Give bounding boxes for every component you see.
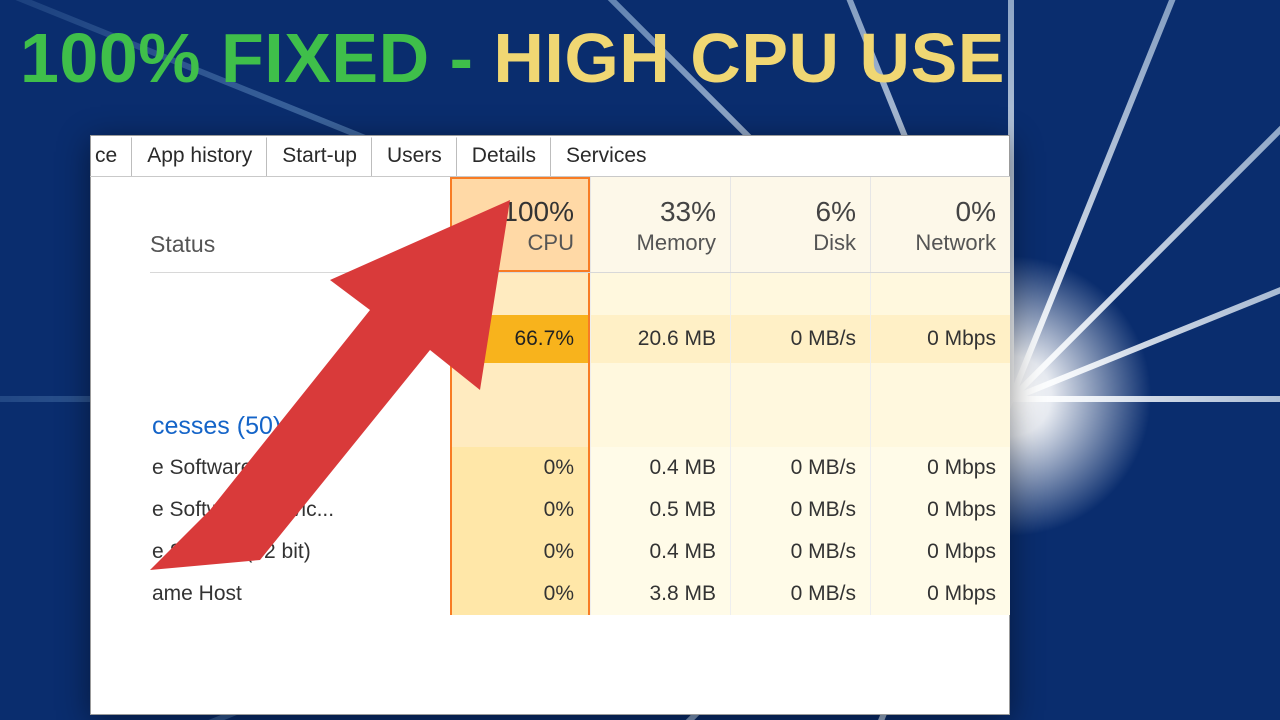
tab-details[interactable]: Details (457, 137, 551, 176)
tab-start-up[interactable]: Start-up (267, 137, 372, 176)
tab-app-history[interactable]: App history (132, 137, 267, 176)
table-row[interactable]: e Software Integri. 0% 0.4 MB 0 MB/s 0 M… (150, 447, 1010, 489)
cell-mem: 0.4 MB (590, 447, 730, 489)
network-usage-pct: 0% (871, 196, 996, 228)
cell-mem: 0.5 MB (590, 489, 730, 531)
cell-disk: 0 MB/s (730, 573, 870, 615)
column-memory[interactable]: 33% Memory (590, 177, 730, 272)
cell-net: 0 Mbps (870, 447, 1010, 489)
table-row[interactable]: e Software Servic... 0% 0.5 MB 0 MB/s 0 … (150, 489, 1010, 531)
disk-label: Disk (731, 230, 856, 256)
disk-usage-pct: 6% (731, 196, 856, 228)
summary-disk: 0 MB/s (730, 315, 870, 363)
column-headers: Status 100% CPU 33% Memory 6% Disk 0% Ne… (150, 177, 1010, 273)
column-cpu[interactable]: 100% CPU (450, 177, 590, 272)
memory-label: Memory (591, 230, 716, 256)
process-group-header[interactable]: cesses (50) (150, 405, 1010, 447)
table-row[interactable]: e Service (32 bit) 0% 0.4 MB 0 MB/s 0 Mb… (150, 531, 1010, 573)
cell-cpu: 0% (450, 531, 590, 573)
table-row[interactable]: ame Host 0% 3.8 MB 0 MB/s 0 Mbps (150, 573, 1010, 615)
memory-usage-pct: 33% (591, 196, 716, 228)
cell-mem: 3.8 MB (590, 573, 730, 615)
cell-cpu: 0% (450, 447, 590, 489)
tab-performance-cropped[interactable]: ce (90, 137, 132, 176)
summary-net: 0 Mbps (870, 315, 1010, 363)
blank-row (150, 273, 1010, 315)
cell-net: 0 Mbps (870, 489, 1010, 531)
process-name: e Service (32 bit) (150, 540, 450, 564)
cell-disk: 0 MB/s (730, 489, 870, 531)
cell-mem: 0.4 MB (590, 531, 730, 573)
blank-row (150, 363, 1010, 405)
process-rows: 66.7% 20.6 MB 0 MB/s 0 Mbps cesses (50) … (150, 273, 1010, 615)
column-status[interactable]: Status (150, 231, 450, 272)
tab-services[interactable]: Services (551, 137, 662, 176)
cpu-label: CPU (452, 230, 574, 256)
column-disk[interactable]: 6% Disk (730, 177, 870, 272)
process-name: e Software Servic... (150, 498, 450, 522)
cell-disk: 0 MB/s (730, 447, 870, 489)
headline-part-2: HIGH CPU USE (493, 19, 1005, 97)
headline-part-1: 100% FIXED - (20, 19, 493, 97)
network-label: Network (871, 230, 996, 256)
process-name: ame Host (150, 582, 450, 606)
cell-cpu: 0% (450, 489, 590, 531)
task-manager-window: ce App history Start-up Users Details Se… (90, 135, 1010, 715)
cell-net: 0 Mbps (870, 531, 1010, 573)
summary-mem: 20.6 MB (590, 315, 730, 363)
tab-users[interactable]: Users (372, 137, 457, 176)
cell-cpu: 0% (450, 573, 590, 615)
process-name: e Software Integri. (150, 456, 450, 480)
group-label: cesses (50) (150, 402, 450, 451)
cell-net: 0 Mbps (870, 573, 1010, 615)
summary-cpu: 66.7% (450, 315, 590, 363)
tab-strip: ce App history Start-up Users Details Se… (90, 135, 1010, 177)
column-network[interactable]: 0% Network (870, 177, 1010, 272)
thumbnail-headline: 100% FIXED - HIGH CPU USE (20, 18, 1270, 98)
cell-disk: 0 MB/s (730, 531, 870, 573)
summary-row[interactable]: 66.7% 20.6 MB 0 MB/s 0 Mbps (150, 315, 1010, 363)
cpu-usage-pct: 100% (452, 196, 574, 228)
